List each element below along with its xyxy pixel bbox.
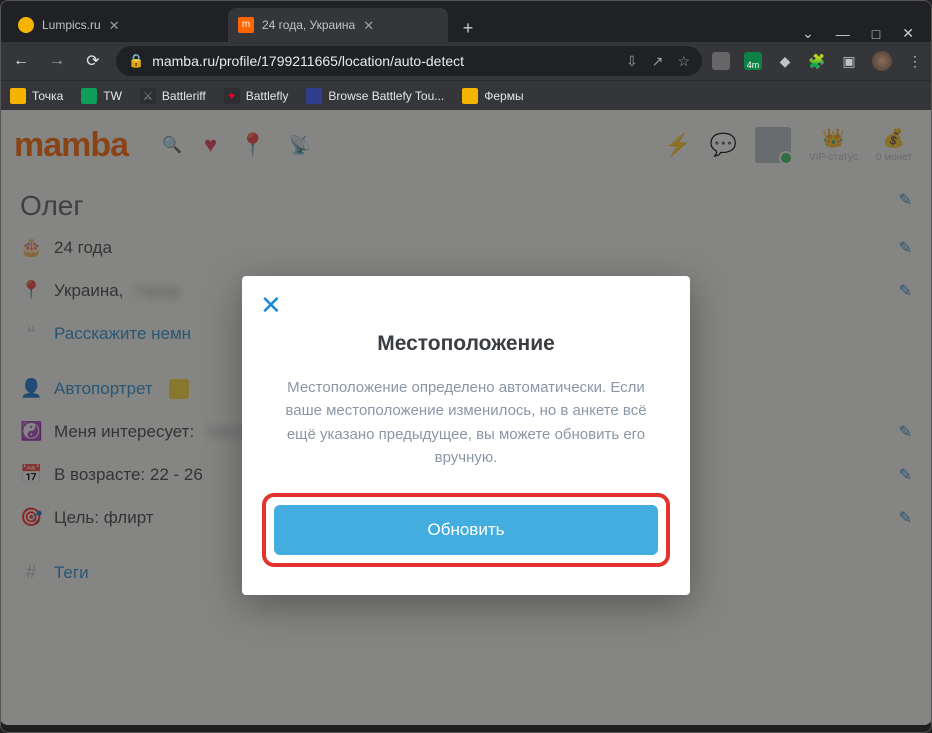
update-button[interactable]: Обновить [274, 505, 658, 555]
tab-lumpics[interactable]: Lumpics.ru ✕ [8, 8, 228, 42]
site-icon: ✦ [224, 88, 240, 104]
menu-icon[interactable]: ⋮ [906, 52, 924, 70]
extension-icon[interactable] [712, 52, 730, 70]
chevron-down-icon[interactable]: ⌄ [802, 25, 814, 42]
forward-button[interactable]: → [44, 52, 70, 70]
bookmark-item[interactable]: ⚔Battleriff [140, 88, 206, 104]
url-text: mamba.ru/profile/1799211665/location/aut… [152, 53, 464, 69]
site-icon: ⚔ [140, 88, 156, 104]
profile-avatar-icon[interactable] [872, 51, 892, 71]
address-bar[interactable]: 🔒 mamba.ru/profile/1799211665/location/a… [116, 46, 702, 76]
minimize-icon[interactable]: — [836, 26, 850, 42]
modal-text: Местоположение определено автоматически.… [276, 376, 656, 469]
folder-icon [10, 88, 26, 104]
star-icon[interactable]: ☆ [677, 53, 690, 70]
window-controls: ⌄ — □ ✕ [802, 25, 924, 42]
location-modal: ✕ Местоположение Местоположение определе… [242, 276, 690, 595]
bookmarks-bar: Точка TW ⚔Battleriff ✦Battlefly Browse B… [0, 80, 932, 110]
highlight-annotation: Обновить [262, 493, 670, 567]
back-button[interactable]: ← [8, 52, 34, 70]
tab-mamba[interactable]: m 24 года, Украина ✕ [228, 8, 448, 42]
lock-icon: 🔒 [128, 53, 144, 69]
site-icon [81, 88, 97, 104]
url-bar: ← → ⟳ 🔒 mamba.ru/profile/1799211665/loca… [0, 42, 932, 80]
site-icon [306, 88, 322, 104]
new-tab-button[interactable]: + [454, 14, 482, 42]
browser-tab-bar: Lumpics.ru ✕ m 24 года, Украина ✕ + ⌄ — … [0, 0, 932, 42]
favicon-icon: m [238, 17, 254, 33]
bookmark-item[interactable]: Точка [10, 88, 63, 104]
page-viewport: mamba 🔍 ♥ 📍 📡 ⚡ 💬 👑VIP-статус 💰0 монет О… [0, 110, 932, 725]
window-icon[interactable]: ▣ [840, 52, 858, 70]
tab-title: Lumpics.ru [42, 18, 101, 32]
bookmark-item[interactable]: Browse Battlefy Tou... [306, 88, 444, 104]
tab-title: 24 года, Украина [262, 18, 355, 32]
install-icon[interactable]: ⇩ [626, 53, 638, 70]
bookmark-item[interactable]: ✦Battlefly [224, 88, 289, 104]
modal-close-button[interactable]: ✕ [260, 290, 282, 321]
close-window-icon[interactable]: ✕ [902, 25, 914, 42]
extensions-area: 4m ◆ 🧩 ▣ ⋮ [712, 51, 924, 71]
extension-icon[interactable]: 4m [744, 52, 762, 70]
reload-button[interactable]: ⟳ [80, 51, 106, 71]
close-icon[interactable]: ✕ [363, 18, 377, 32]
modal-title: Местоположение [276, 332, 656, 356]
close-icon[interactable]: ✕ [109, 18, 123, 32]
folder-icon [462, 88, 478, 104]
maximize-icon[interactable]: □ [872, 26, 880, 42]
bookmark-item[interactable]: Фермы [462, 88, 523, 104]
favicon-icon [18, 17, 34, 33]
share-icon[interactable]: ↗ [652, 53, 664, 70]
puzzle-icon[interactable]: 🧩 [808, 52, 826, 70]
bookmark-item[interactable]: TW [81, 88, 122, 104]
extension-icon[interactable]: ◆ [776, 52, 794, 70]
